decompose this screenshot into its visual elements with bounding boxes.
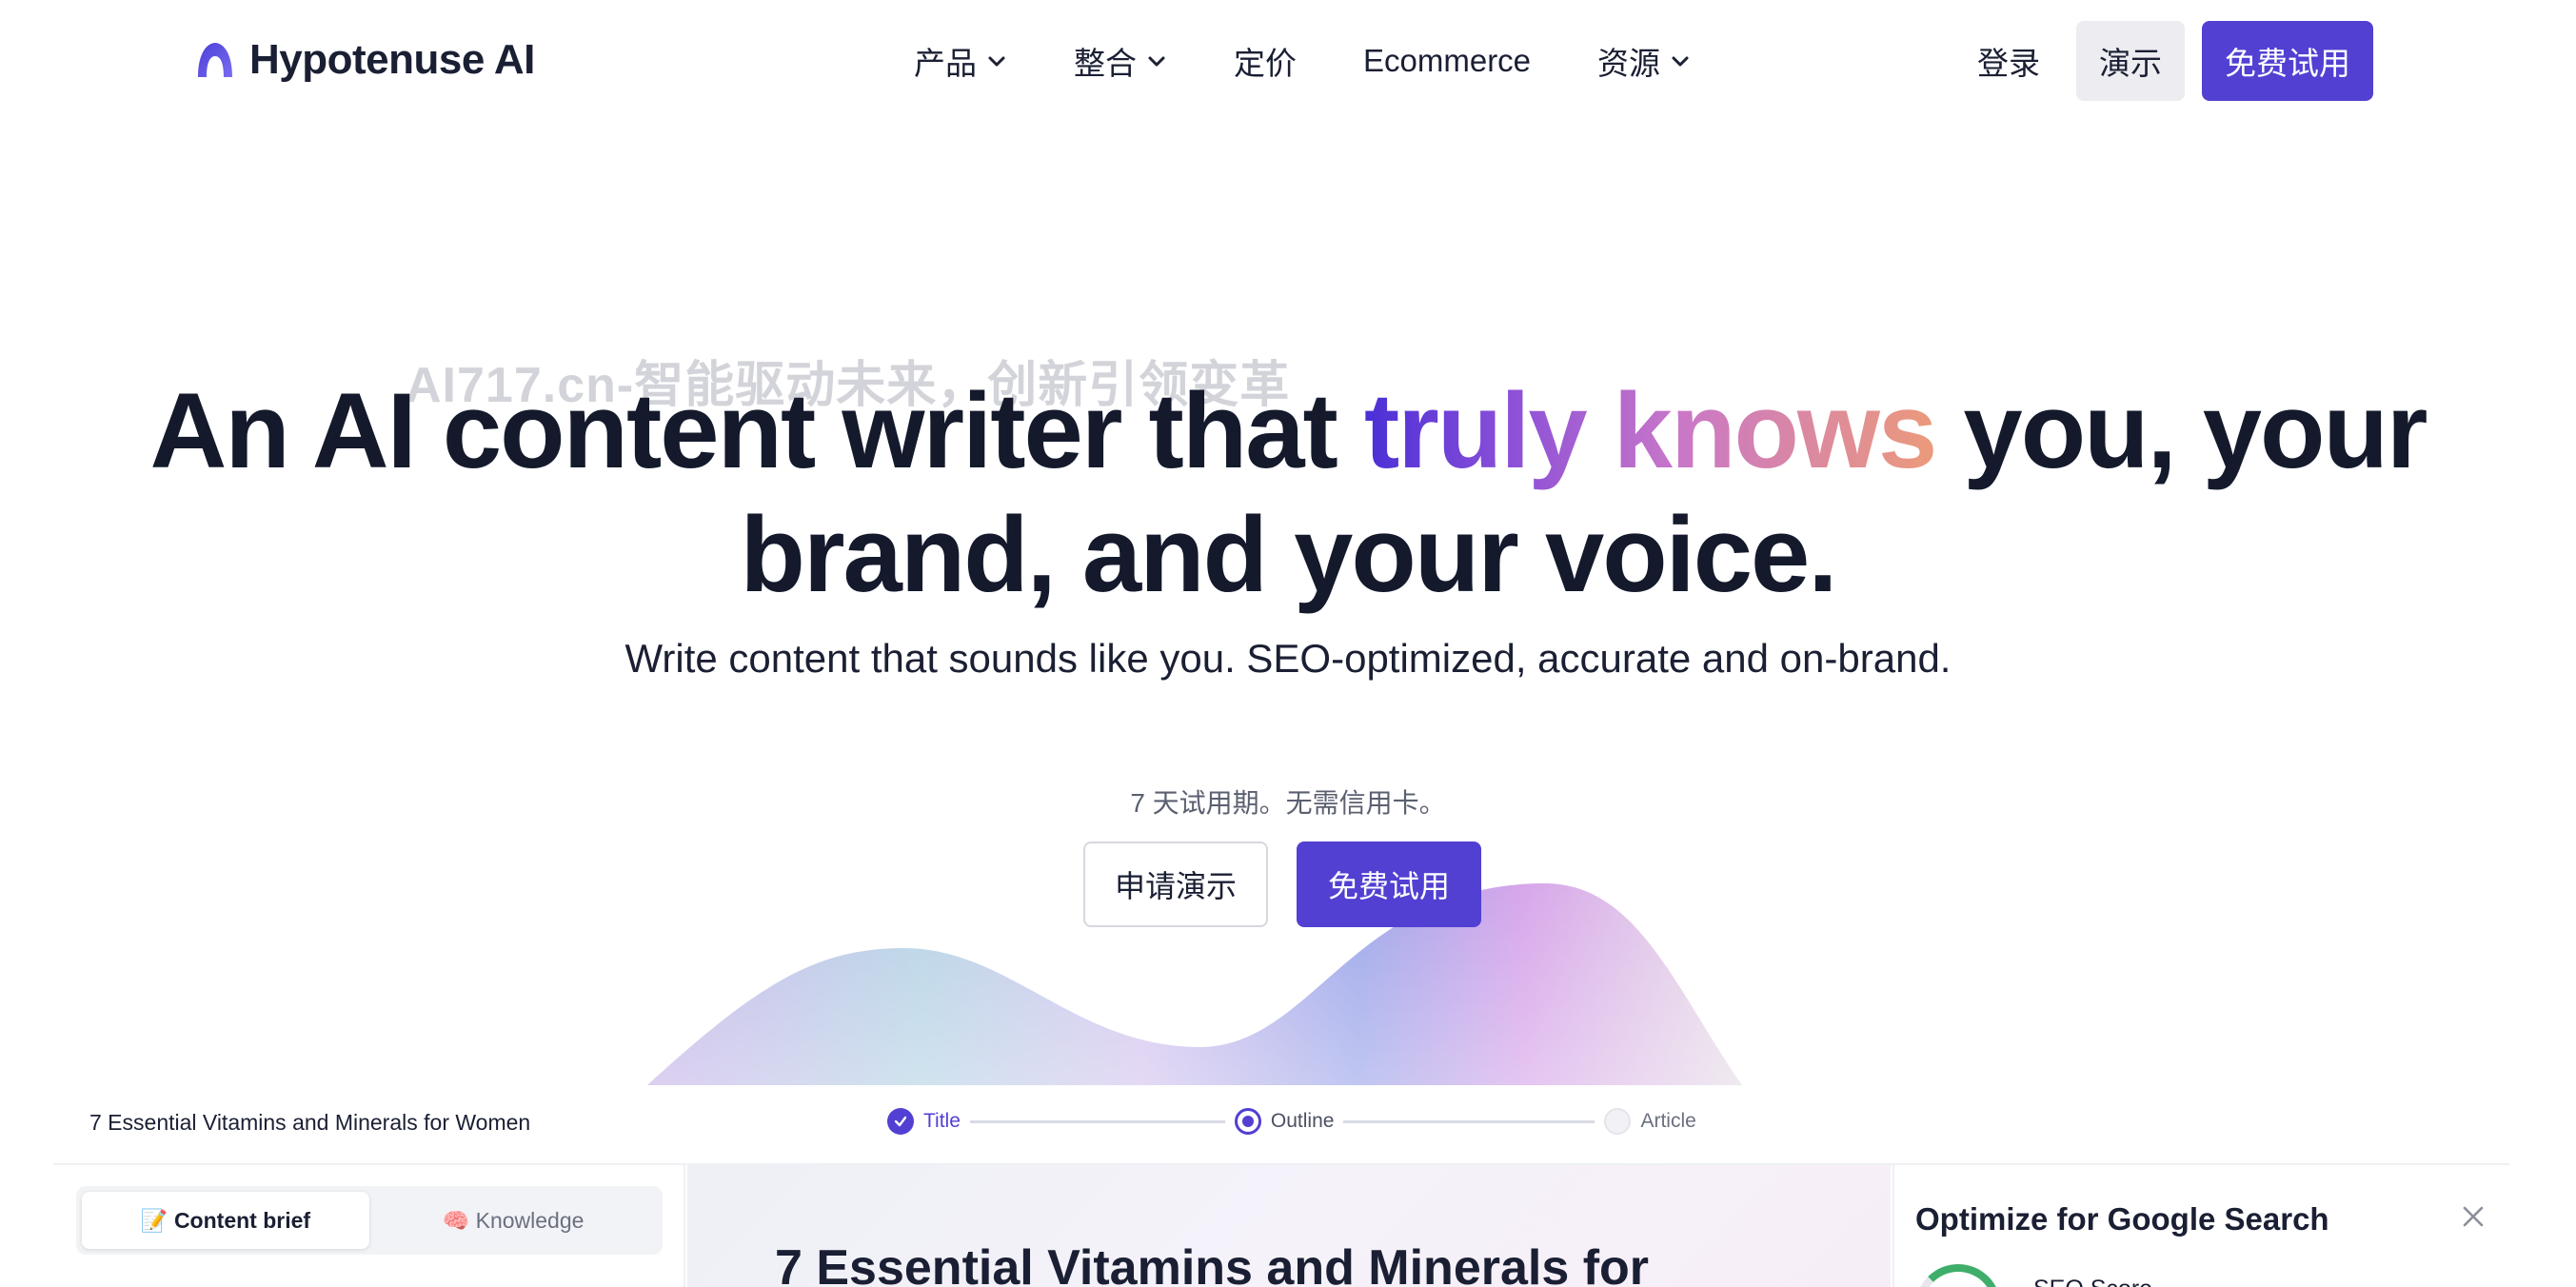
pending-step-icon	[1604, 1108, 1632, 1135]
main-menu: 产品 整合 定价 Ecommerce 资源	[914, 38, 1757, 84]
document-name: 7 Essential Vitamins and Minerals for Wo…	[89, 1110, 531, 1135]
brief-panel: 📝 Content brief 🧠 Knowledge	[53, 1165, 685, 1287]
step-outline[interactable]: Outline	[1234, 1108, 1335, 1135]
close-icon[interactable]	[2460, 1203, 2487, 1230]
free-trial-button[interactable]: 免费试用	[2202, 21, 2373, 101]
logo[interactable]: Hypotenuse AI	[194, 36, 535, 84]
brief-tabs: 📝 Content brief 🧠 Knowledge	[76, 1186, 663, 1255]
login-link[interactable]: 登录	[1977, 38, 2040, 84]
menu-item-label: 整合	[1074, 46, 1137, 81]
step-label: Article	[1640, 1110, 1696, 1132]
hero-cta-group: 申请演示 免费试用	[1083, 842, 1481, 927]
request-demo-button[interactable]: 申请演示	[1083, 842, 1268, 927]
preview-header: 7 Essential Vitamins and Minerals for Wo…	[53, 1085, 2509, 1165]
menu-item-label: 定价	[1234, 46, 1297, 81]
chevron-down-icon	[1672, 56, 1689, 67]
hero-title-part1: An AI content writer that	[149, 371, 1364, 490]
chevron-down-icon	[1148, 56, 1165, 67]
app-preview: 7 Essential Vitamins and Minerals for Wo…	[53, 1085, 2509, 1287]
hero-title-line2: brand, and your voice.	[740, 495, 1838, 614]
step-label: Outline	[1270, 1110, 1335, 1132]
seo-score-ring	[1915, 1264, 2001, 1287]
step-label: Title	[923, 1110, 961, 1132]
menu-item-integrations[interactable]: 整合	[1074, 38, 1167, 84]
menu-item-resources[interactable]: 资源	[1597, 38, 1691, 84]
menu-item-label: 资源	[1597, 46, 1661, 81]
nav-actions: 登录 演示 免费试用	[1977, 21, 2373, 101]
logo-text: Hypotenuse AI	[249, 36, 535, 83]
check-icon	[887, 1108, 914, 1135]
hero-title-highlight: truly knows	[1363, 371, 1937, 490]
step-connector	[969, 1119, 1225, 1123]
seo-score-label: SEO Score	[2033, 1276, 2152, 1287]
demo-button[interactable]: 演示	[2076, 21, 2185, 101]
menu-item-label: Ecommerce	[1363, 43, 1532, 78]
step-connector	[1343, 1119, 1595, 1123]
menu-item-pricing[interactable]: 定价	[1234, 38, 1297, 84]
editor-title[interactable]: 7 Essential Vitamins and Minerals for	[775, 1239, 1649, 1287]
menu-item-products[interactable]: 产品	[914, 38, 1007, 84]
free-trial-cta-button[interactable]: 免费试用	[1297, 842, 1481, 927]
chevron-down-icon	[988, 56, 1005, 67]
tab-knowledge[interactable]: 🧠 Knowledge	[369, 1192, 657, 1249]
current-step-icon	[1234, 1108, 1261, 1135]
trial-note: 7 天试用期。无需信用卡。	[1130, 788, 1446, 818]
hero-title: An AI content writer that truly knows yo…	[0, 369, 2576, 617]
menu-item-ecommerce[interactable]: Ecommerce	[1363, 43, 1531, 79]
step-article[interactable]: Article	[1604, 1108, 1696, 1135]
hero-title-part2: you, your	[1935, 371, 2427, 490]
step-title[interactable]: Title	[887, 1108, 961, 1135]
hero-subtitle: Write content that sounds like you. SEO-…	[624, 636, 1952, 681]
menu-item-label: 产品	[914, 46, 977, 81]
optimize-panel-title: Optimize for Google Search	[1915, 1201, 2329, 1237]
optimize-panel: Optimize for Google Search SEO Score	[1892, 1165, 2509, 1287]
editor-panel: 7 Essential Vitamins and Minerals for	[687, 1165, 1891, 1287]
tab-content-brief[interactable]: 📝 Content brief	[82, 1192, 369, 1249]
progress-steps: Title Outline Article	[887, 1108, 1696, 1135]
hypotenuse-logo-icon	[198, 43, 232, 77]
top-navbar: Hypotenuse AI 产品 整合 定价 Ecommerce 资源 登录 演…	[0, 0, 2576, 122]
